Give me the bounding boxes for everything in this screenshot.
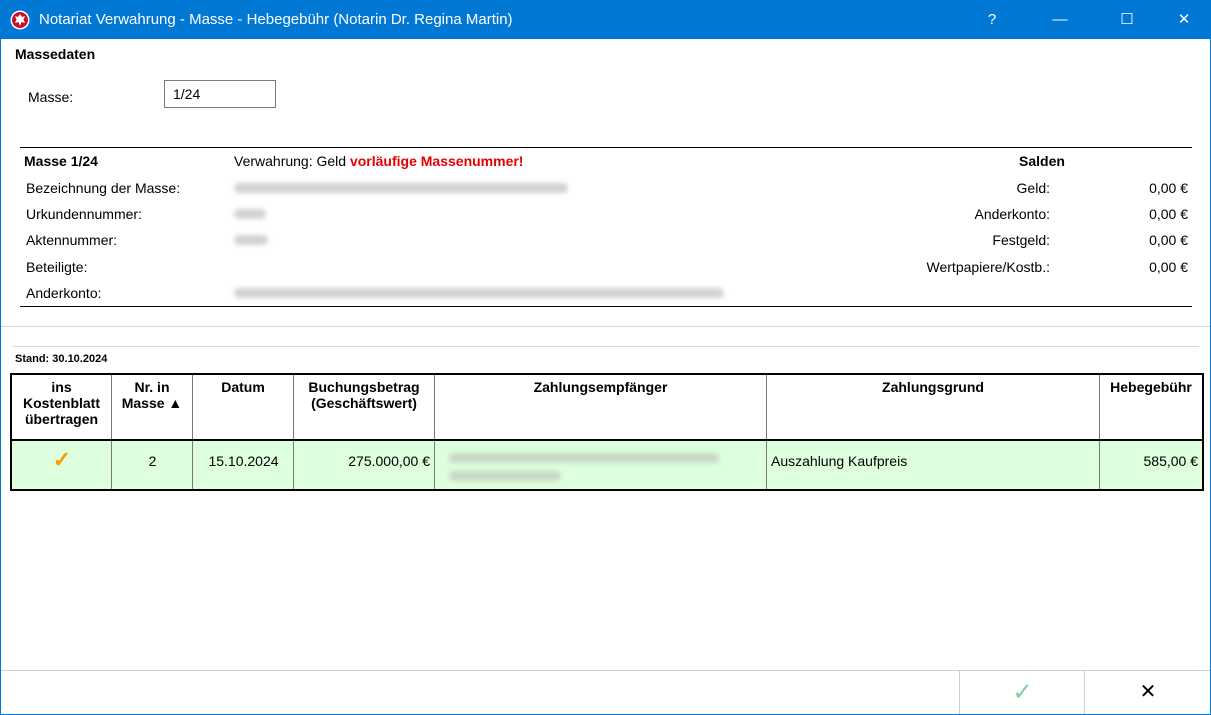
masse-label: Masse: xyxy=(28,89,74,105)
beteiligte-label: Beteiligte: xyxy=(26,259,88,275)
cell-zahlungsgrund: Auszahlung Kaufpreis xyxy=(767,441,1100,489)
header-text: Hebegebühr xyxy=(1110,379,1192,395)
checkmark-icon: ✓ xyxy=(52,447,72,472)
bezeichnung-label: Bezeichnung der Masse: xyxy=(26,180,181,196)
cell-text: 15.10.2024 xyxy=(208,453,279,469)
cell-uebertragen[interactable]: ✓ xyxy=(12,441,112,489)
close-window-button[interactable]: ✕ xyxy=(1161,1,1207,39)
divider xyxy=(13,346,1199,347)
salden-geld-label: Geld: xyxy=(1016,180,1050,196)
cell-datum: 15.10.2024 xyxy=(193,441,294,489)
empfaenger-redacted xyxy=(449,471,561,481)
col-header-hebegebuehr[interactable]: Hebegebühr xyxy=(1100,375,1202,439)
minimize-button[interactable]: — xyxy=(1037,1,1083,39)
salden-wertpapiere-value: 0,00 € xyxy=(1149,259,1188,275)
salden-festgeld-label: Festgeld: xyxy=(992,232,1050,248)
cell-betrag: 275.000,00 € xyxy=(294,441,435,489)
masse-input[interactable] xyxy=(164,80,276,108)
maximize-button[interactable]: ☐ xyxy=(1104,1,1150,39)
close-icon: ✕ xyxy=(1139,681,1157,703)
cell-text: 275.000,00 € xyxy=(348,453,430,469)
salden-festgeld-value: 0,00 € xyxy=(1149,232,1188,248)
bezeichnung-value-redacted xyxy=(234,183,568,193)
salden-title: Salden xyxy=(1019,153,1065,169)
table-row[interactable]: ✓ 2 15.10.2024 275.000,00 € Auszahlung K… xyxy=(12,441,1202,489)
cell-hebegebuehr: 585,00 € xyxy=(1100,441,1202,489)
col-header-zahlungsgrund[interactable]: Zahlungsgrund xyxy=(767,375,1100,439)
aktennummer-value-redacted xyxy=(234,235,268,245)
header-text: Buchungsbetrag xyxy=(308,379,420,395)
cell-text: Auszahlung Kaufpreis xyxy=(771,453,908,469)
salden-anderkonto-label: Anderkonto: xyxy=(974,206,1051,222)
col-header-buchungsbetrag[interactable]: Buchungsbetrag (Geschäftswert) xyxy=(294,375,435,439)
salden-geld-value: 0,00 € xyxy=(1149,180,1188,196)
window-title: Notariat Verwahrung - Masse - Hebegebühr… xyxy=(39,11,513,28)
header-text: Nr. in xyxy=(134,379,170,395)
divider xyxy=(1,326,1210,327)
header-text: Kostenblatt xyxy=(23,395,100,411)
salden-wertpapiere-label: Wertpapiere/Kostb.: xyxy=(926,259,1050,275)
salden-anderkonto-value: 0,00 € xyxy=(1149,206,1188,222)
masse-heading: Masse 1/24 xyxy=(24,153,98,169)
ok-button[interactable]: ✓ xyxy=(959,671,1085,714)
section-title-massedaten: Massedaten xyxy=(15,46,96,62)
warning-text: vorläufige Massenummer! xyxy=(349,153,524,169)
anderkonto-value-redacted xyxy=(234,288,724,298)
verwahrung-text: Verwahrung: Geld xyxy=(234,153,347,169)
dialog-window: Notariat Verwahrung - Masse - Hebegebühr… xyxy=(0,0,1211,715)
col-header-nr-in-masse[interactable]: Nr. in Masse ▲ xyxy=(112,375,193,439)
anderkonto-label: Anderkonto: xyxy=(26,285,102,301)
col-header-zahlungsempfaenger[interactable]: Zahlungsempfänger xyxy=(435,375,767,439)
col-header-uebertragen[interactable]: ins Kostenblatt übertragen xyxy=(12,375,112,439)
cell-zahlungsempfaenger xyxy=(435,441,767,489)
help-button[interactable]: ? xyxy=(969,1,1015,39)
cell-text: 2 xyxy=(148,453,157,469)
header-text: Datum xyxy=(221,379,265,395)
empfaenger-redacted xyxy=(449,453,719,463)
header-text: Zahlungsempfänger xyxy=(533,379,668,395)
urkundennummer-label: Urkundennummer: xyxy=(26,206,142,222)
urkundennummer-value-redacted xyxy=(234,209,266,219)
eagle-crest-icon xyxy=(10,10,30,30)
header-text: Masse ▲ xyxy=(121,395,183,411)
col-header-datum[interactable]: Datum xyxy=(193,375,294,439)
header-text: (Geschäftswert) xyxy=(311,395,417,411)
title-bar: Notariat Verwahrung - Masse - Hebegebühr… xyxy=(1,1,1210,39)
stand-date: Stand: 30.10.2024 xyxy=(15,353,108,365)
aktennummer-label: Aktennummer: xyxy=(26,232,118,248)
verwahrung-line: Verwahrung: Geld vorläufige Massenummer! xyxy=(234,153,523,169)
header-text: Zahlungsgrund xyxy=(882,379,984,395)
cell-nr: 2 xyxy=(112,441,193,489)
checkmark-icon: ✓ xyxy=(1012,679,1033,706)
header-text: ins xyxy=(51,379,72,395)
cell-text: 585,00 € xyxy=(1143,453,1199,469)
cancel-button[interactable]: ✕ xyxy=(1084,671,1210,714)
masse-info-panel: Masse 1/24 Verwahrung: Geld vorläufige M… xyxy=(20,147,1192,307)
bookings-table: ins Kostenblatt übertragen Nr. in Masse … xyxy=(10,373,1204,491)
header-text: übertragen xyxy=(24,411,99,427)
